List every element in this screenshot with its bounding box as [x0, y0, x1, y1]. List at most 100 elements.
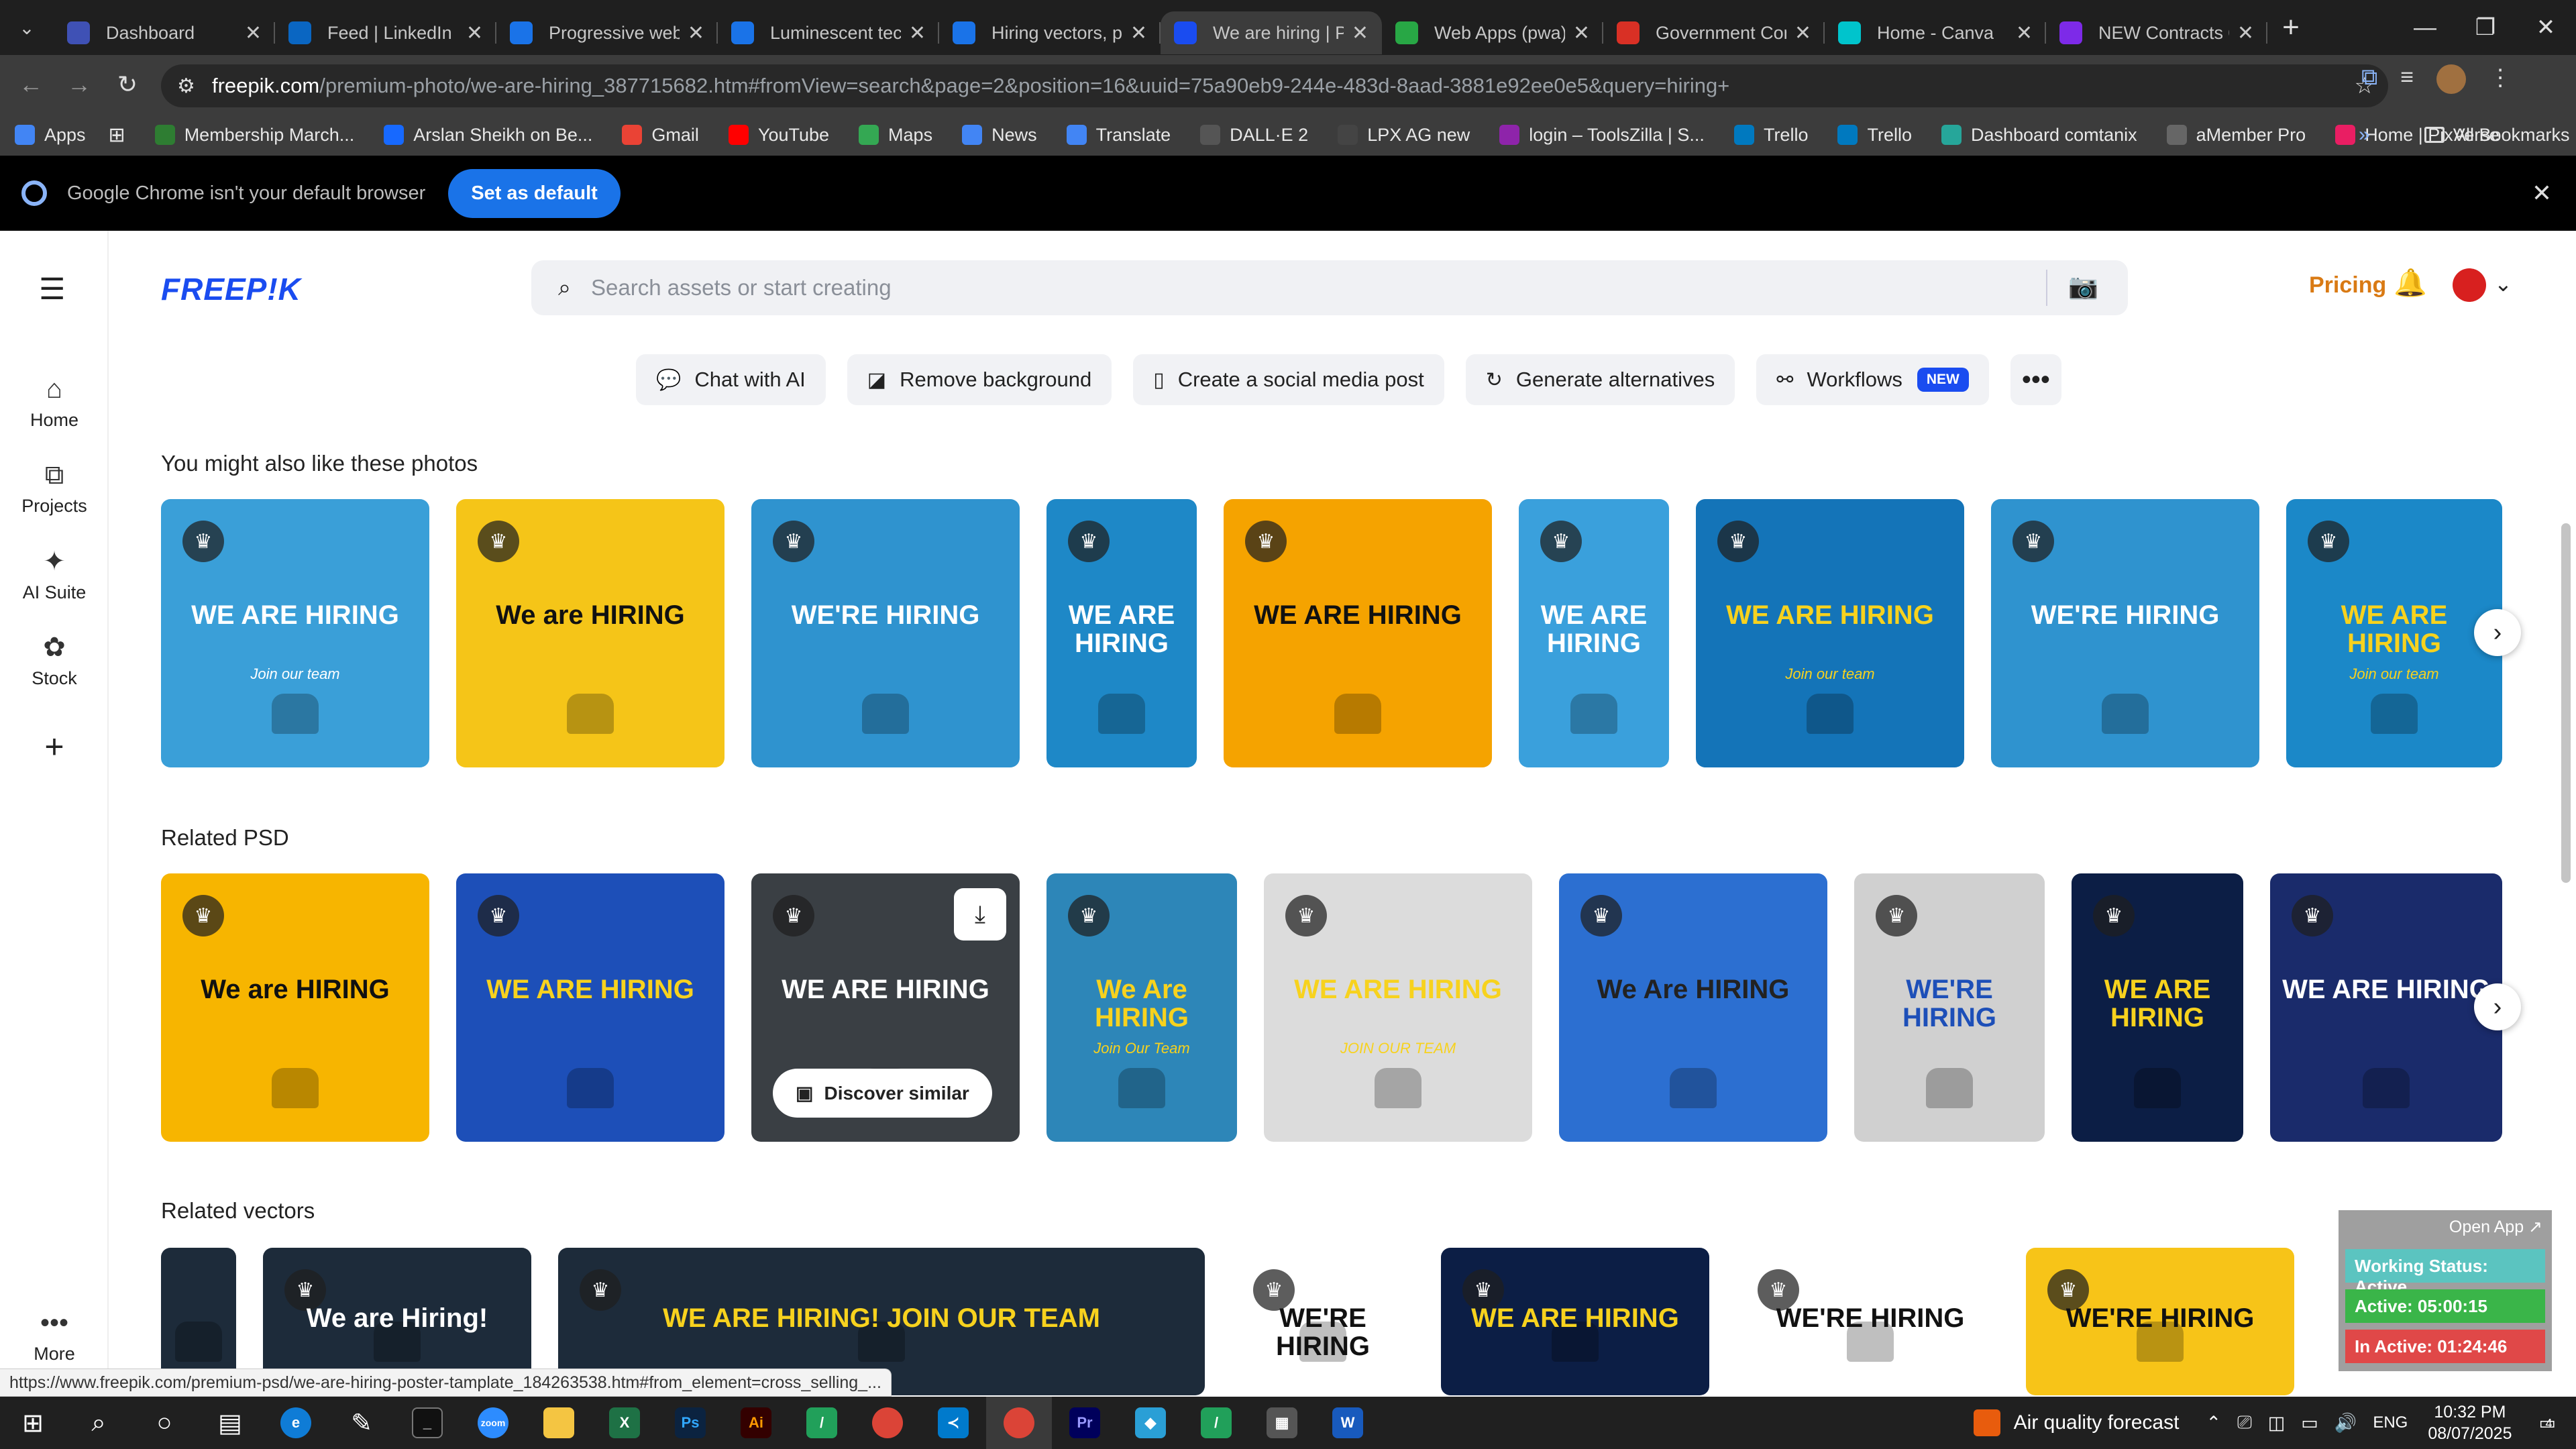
sidebar-item-projects[interactable]: ⧉ Projects: [0, 460, 109, 517]
photo-card[interactable]: ♛ WE ARE HIRING: [1046, 499, 1197, 767]
photo-card[interactable]: ♛ WE ARE HIRING Join our team: [161, 499, 429, 767]
notification-center-icon[interactable]: ▭ 4: [2538, 1413, 2556, 1434]
photos-next-arrow[interactable]: ›: [2474, 609, 2521, 656]
psd-card[interactable]: ♛ WE ARE HIRING ⤓ ▣ Discover similar: [751, 873, 1020, 1142]
browser-tab[interactable]: NEW Contracts 0 ✕: [2046, 11, 2267, 54]
bookmark-item[interactable]: Translate: [1066, 125, 1171, 146]
terminal-icon[interactable]: _: [394, 1397, 460, 1449]
workflows-button[interactable]: ⚯ Workflows NEW: [1756, 354, 1989, 405]
psd-card[interactable]: ♛ We are HIRING: [161, 873, 429, 1142]
browser-tab[interactable]: Hiring vectors, ph ✕: [939, 11, 1161, 54]
browser-tab[interactable]: Government Cont ✕: [1603, 11, 1825, 54]
extensions-icon[interactable]: ⧉: [2361, 64, 2377, 94]
psd-card[interactable]: ♛ WE ARE HIRING: [2072, 873, 2243, 1142]
vector-card[interactable]: ♛ WE'RE HIRING: [1736, 1248, 2004, 1395]
premiere-icon[interactable]: Pr: [1052, 1397, 1118, 1449]
photo-card[interactable]: ♛ WE ARE HIRING: [1519, 499, 1669, 767]
bookmark-item[interactable]: Maps: [859, 125, 932, 146]
calculator-icon[interactable]: ▦: [1249, 1397, 1315, 1449]
hamburger-menu-icon[interactable]: ☰: [39, 272, 65, 307]
photoshop-icon[interactable]: Ps: [657, 1397, 723, 1449]
browser-tab[interactable]: Feed | LinkedIn ✕: [275, 11, 496, 54]
user-avatar[interactable]: [2453, 268, 2486, 302]
notification-bell-icon[interactable]: 🔔: [2394, 267, 2427, 299]
app-blue-icon[interactable]: ◆: [1118, 1397, 1183, 1449]
bookmark-item[interactable]: Apps: [15, 125, 86, 146]
sidebar-item-home[interactable]: ⌂ Home: [0, 374, 109, 431]
sidebar-item-stock[interactable]: ✿ Stock: [0, 632, 109, 689]
bookmark-item[interactable]: News: [962, 125, 1037, 146]
browser-tab[interactable]: Home - Canva ✕: [1825, 11, 2046, 54]
social-media-post-button[interactable]: ▯ Create a social media post: [1133, 354, 1444, 405]
camera-search-icon[interactable]: 📷: [2068, 272, 2098, 301]
bookmark-item[interactable]: DALL·E 2: [1200, 125, 1308, 146]
restore-icon[interactable]: ❐: [2455, 0, 2516, 55]
bookmark-item[interactable]: login – ToolsZilla | S...: [1499, 125, 1705, 146]
close-infobar-icon[interactable]: ✕: [2532, 179, 2552, 207]
app-green2-icon[interactable]: /: [1183, 1397, 1249, 1449]
meet-icon[interactable]: ⎚: [2237, 1412, 2252, 1434]
bookmark-item[interactable]: YouTube: [728, 125, 829, 146]
browser-tab[interactable]: Progressive web a ✕: [496, 11, 718, 54]
vector-card[interactable]: ♛ WE'RE HIRING: [2026, 1248, 2294, 1395]
all-bookmarks[interactable]: All Bookmarks: [2424, 125, 2570, 146]
open-app-link[interactable]: Open App ↗: [2449, 1217, 2542, 1237]
psd-card[interactable]: ♛ We Are HIRING Join Our Team: [1046, 873, 1237, 1142]
address-bar[interactable]: ⚙ freepik.com/premium-photo/we-are-hirin…: [161, 64, 2388, 107]
start-icon[interactable]: ⊞: [0, 1397, 66, 1449]
chat-with-ai-button[interactable]: 💬 Chat with AI: [636, 354, 826, 405]
weather-text[interactable]: Air quality forecast: [2014, 1411, 2180, 1434]
browser-tab[interactable]: We are hiring | Pr ✕: [1161, 11, 1382, 54]
tab-close-icon[interactable]: ✕: [1794, 21, 1811, 45]
chevron-down-icon[interactable]: ⌄: [2494, 271, 2512, 297]
zoom-icon[interactable]: zoom: [460, 1397, 526, 1449]
psd-card[interactable]: ♛ WE'RE HIRING: [1854, 873, 2045, 1142]
media-icon[interactable]: ≡: [2400, 64, 2414, 94]
cortana-icon[interactable]: ○: [131, 1397, 197, 1449]
language-indicator[interactable]: ENG: [2373, 1413, 2408, 1432]
photo-card[interactable]: ♛ WE ARE HIRING Join our team: [2286, 499, 2502, 767]
photo-card[interactable]: ♛ We are HIRING: [456, 499, 724, 767]
sidebar-item-ai-suite[interactable]: ✦ AI Suite: [0, 546, 109, 603]
tray-chevron-icon[interactable]: ⌃: [2206, 1413, 2221, 1434]
search-input[interactable]: ⌕ Search assets or start creating 📷: [531, 260, 2128, 315]
bookmark-item[interactable]: aMember Pro: [2166, 125, 2306, 146]
tab-close-icon[interactable]: ✕: [245, 21, 262, 45]
task-view-icon[interactable]: ▤: [197, 1397, 263, 1449]
freepik-logo[interactable]: FREEP!K: [161, 271, 301, 307]
bookmark-item[interactable]: Membership March...: [154, 125, 354, 146]
sidebar-item-more[interactable]: ••• More: [0, 1308, 109, 1364]
search-icon[interactable]: ⌕: [66, 1397, 131, 1449]
volume-icon[interactable]: 🔊: [2334, 1412, 2357, 1434]
set-default-button[interactable]: Set as default: [448, 168, 621, 218]
tab-close-icon[interactable]: ✕: [2237, 21, 2254, 45]
pen-icon[interactable]: ✎: [329, 1397, 394, 1449]
tab-search-icon[interactable]: ⌄: [0, 17, 54, 39]
vector-card[interactable]: ♛ WE'RE HIRING: [1232, 1248, 1414, 1395]
app-green-icon[interactable]: /: [789, 1397, 855, 1449]
bookmark-item[interactable]: Trello: [1733, 125, 1808, 146]
display-icon[interactable]: ▭: [2301, 1413, 2318, 1434]
tab-close-icon[interactable]: ✕: [466, 21, 483, 45]
page-scrollbar[interactable]: [2561, 523, 2571, 883]
profile-avatar[interactable]: [2436, 64, 2467, 94]
browser-tab[interactable]: Luminescent tech ✕: [718, 11, 939, 54]
edge-icon[interactable]: e: [263, 1397, 329, 1449]
browser-tab[interactable]: Dashboard ✕: [54, 11, 275, 54]
file-explorer-icon[interactable]: [526, 1397, 592, 1449]
psd-next-arrow[interactable]: ›: [2474, 983, 2521, 1030]
bookmark-item[interactable]: Dashboard comtanix: [1941, 125, 2137, 146]
chrome-active-icon[interactable]: [986, 1397, 1052, 1449]
more-tools-button[interactable]: •••: [2010, 354, 2061, 405]
chrome-menu-icon[interactable]: ⋮: [2489, 64, 2512, 94]
add-button[interactable]: +: [0, 727, 109, 766]
generate-alternatives-button[interactable]: ↻ Generate alternatives: [1465, 354, 1735, 405]
vscode-icon[interactable]: ≺: [920, 1397, 986, 1449]
reload-icon[interactable]: ↻: [103, 60, 152, 109]
excel-icon[interactable]: X: [592, 1397, 657, 1449]
bookmark-item[interactable]: Gmail: [622, 125, 699, 146]
discover-similar-button[interactable]: ▣ Discover similar: [773, 1069, 992, 1118]
psd-card[interactable]: ♛ WE ARE HIRING: [456, 873, 724, 1142]
photo-card[interactable]: ♛ WE ARE HIRING: [1224, 499, 1492, 767]
tab-close-icon[interactable]: ✕: [2016, 21, 2033, 45]
